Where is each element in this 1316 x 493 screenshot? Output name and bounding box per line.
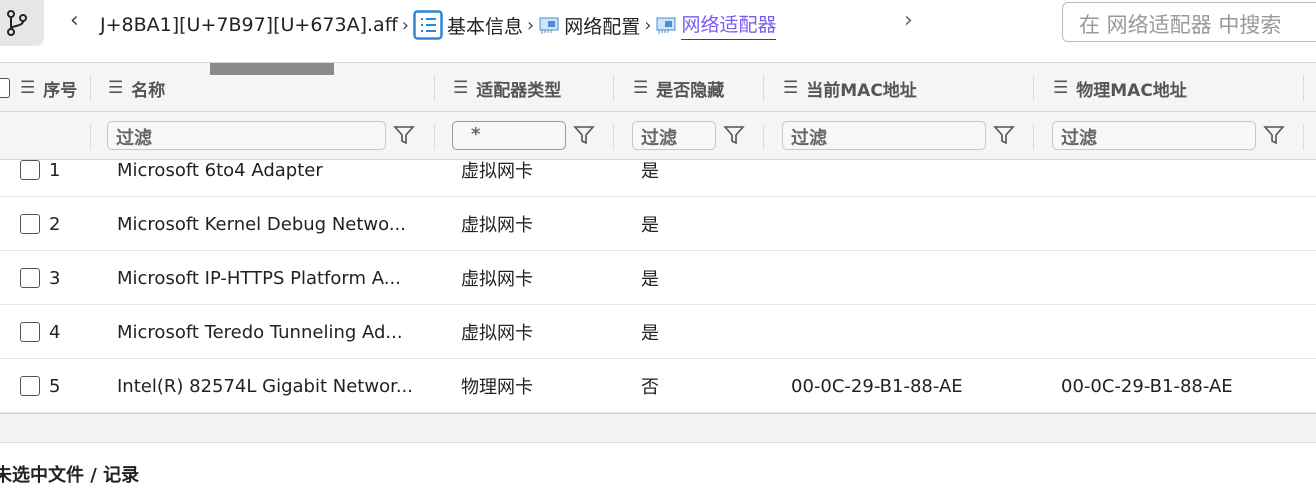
table-row[interactable]: 1 Microsoft 6to4 Adapter 虚拟网卡 是 (0, 160, 1316, 197)
table-header: ☰ 序号 ☰ 名称 ☰ 适配器类型 ☰ 是否隐藏 ☰ 当前MAC地址 ☰ 物理MAC地址 (0, 62, 1316, 112)
row-name: Intel(R) 82574L Gigabit Networ... (117, 375, 413, 397)
filter-icon[interactable] (1263, 124, 1285, 150)
column-header-type[interactable]: ☰ 适配器类型 (453, 63, 561, 113)
chevron-right-icon: › (527, 14, 535, 36)
filter-icon[interactable] (573, 124, 595, 150)
network-card-icon (656, 17, 676, 34)
row-index: 5 (49, 375, 61, 397)
column-divider (1033, 75, 1034, 101)
row-checkbox[interactable] (20, 268, 40, 288)
table-row[interactable]: 4 Microsoft Teredo Tunneling Ad... 虚拟网卡 … (0, 305, 1316, 359)
column-divider (763, 75, 764, 101)
column-divider (763, 124, 764, 150)
column-divider (613, 75, 614, 101)
breadcrumb-item-basic[interactable]: 基本信息 (447, 12, 523, 39)
tooltip (210, 63, 334, 75)
column-divider (90, 75, 91, 101)
column-divider (434, 124, 435, 150)
table-row[interactable]: 3 Microsoft IP-HTTPS Platform A... 虚拟网卡 … (0, 251, 1316, 305)
select-all-checkbox[interactable] (0, 78, 10, 98)
chevron-right-icon: › (401, 14, 409, 36)
row-name: Microsoft IP-HTTPS Platform A... (117, 267, 401, 289)
search-input[interactable]: 在 网络适配器 中搜索 (1062, 2, 1316, 42)
row-type: 虚拟网卡 (461, 323, 533, 344)
back-chevron-icon[interactable]: ‹ (70, 8, 79, 33)
horizontal-scrollbar[interactable] (0, 413, 1316, 443)
column-divider (434, 75, 435, 101)
filter-row: 过滤 * 过滤 过滤 过滤 (0, 112, 1316, 160)
row-type: 虚拟网卡 (461, 269, 533, 290)
column-header-index[interactable]: ☰ 序号 (20, 63, 77, 113)
column-menu-icon: ☰ (20, 78, 36, 98)
row-name: Microsoft Kernel Debug Netwo... (117, 213, 407, 235)
network-card-icon (539, 17, 559, 34)
filter-icon[interactable] (393, 124, 415, 150)
row-checkbox[interactable] (20, 214, 40, 234)
column-divider (613, 124, 614, 150)
row-index: 2 (49, 213, 61, 235)
column-menu-icon: ☰ (783, 78, 799, 98)
row-index: 4 (49, 321, 61, 343)
status-text: 未选中文件 / 记录 (0, 465, 140, 486)
row-checkbox[interactable] (20, 322, 40, 342)
column-header-mac[interactable]: ☰ 当前MAC地址 (783, 63, 917, 113)
column-header-phys-mac[interactable]: ☰ 物理MAC地址 (1053, 63, 1187, 113)
breadcrumb-file[interactable]: J+8BA1][U+7B97][U+673A].aff (100, 14, 398, 36)
row-index: 1 (49, 160, 61, 181)
filter-icon[interactable] (723, 124, 745, 150)
column-divider (1303, 124, 1304, 150)
column-divider (1303, 75, 1304, 101)
list-icon (413, 10, 443, 40)
row-hidden: 是 (641, 269, 659, 290)
row-checkbox[interactable] (20, 160, 40, 180)
filter-icon[interactable] (993, 124, 1015, 150)
row-hidden: 是 (641, 323, 659, 344)
row-type: 虚拟网卡 (461, 215, 533, 236)
row-index: 3 (49, 267, 61, 289)
breadcrumb-item-adapter[interactable]: 网络适配器 (681, 10, 777, 40)
forward-chevron-icon[interactable]: › (904, 8, 913, 33)
table-row[interactable]: 2 Microsoft Kernel Debug Netwo... 虚拟网卡 是 (0, 197, 1316, 251)
row-name: Microsoft Teredo Tunneling Ad... (117, 321, 403, 343)
row-phys-mac: 00-0C-29-B1-88-AE (1061, 375, 1233, 397)
column-divider (1033, 124, 1034, 150)
branch-button[interactable] (0, 0, 44, 46)
column-menu-icon: ☰ (108, 78, 124, 98)
top-bar: ‹ J+8BA1][U+7B97][U+673A].aff › 基本信息 › 网… (0, 0, 1316, 62)
branch-icon (7, 10, 27, 36)
row-mac: 00-0C-29-B1-88-AE (791, 375, 963, 397)
breadcrumb-item-network[interactable]: 网络配置 (564, 12, 640, 39)
filter-input-name[interactable]: 过滤 (107, 121, 386, 150)
filter-input-phys-mac[interactable]: 过滤 (1052, 121, 1256, 150)
breadcrumb: J+8BA1][U+7B97][U+673A].aff › 基本信息 › 网络配… (100, 10, 777, 40)
row-hidden: 是 (641, 215, 659, 236)
filter-input-mac[interactable]: 过滤 (782, 121, 986, 150)
row-checkbox[interactable] (20, 376, 40, 396)
column-header-hidden[interactable]: ☰ 是否隐藏 (633, 63, 724, 113)
table-body: 1 Microsoft 6to4 Adapter 虚拟网卡 是 2 Micros… (0, 160, 1316, 413)
column-menu-icon: ☰ (633, 78, 649, 98)
filter-input-type[interactable]: * (452, 121, 566, 150)
row-type: 物理网卡 (461, 377, 533, 398)
row-type: 虚拟网卡 (461, 161, 533, 182)
row-hidden: 否 (641, 377, 659, 398)
column-menu-icon: ☰ (1053, 78, 1069, 98)
filter-input-hidden[interactable]: 过滤 (632, 121, 716, 150)
column-menu-icon: ☰ (453, 78, 469, 98)
row-name: Microsoft 6to4 Adapter (117, 160, 323, 181)
chevron-right-icon: › (644, 14, 652, 36)
table-row[interactable]: 5 Intel(R) 82574L Gigabit Networ... 物理网卡… (0, 359, 1316, 413)
column-header-name[interactable]: ☰ 名称 (108, 63, 165, 113)
column-divider (90, 124, 91, 150)
row-hidden: 是 (641, 161, 659, 182)
